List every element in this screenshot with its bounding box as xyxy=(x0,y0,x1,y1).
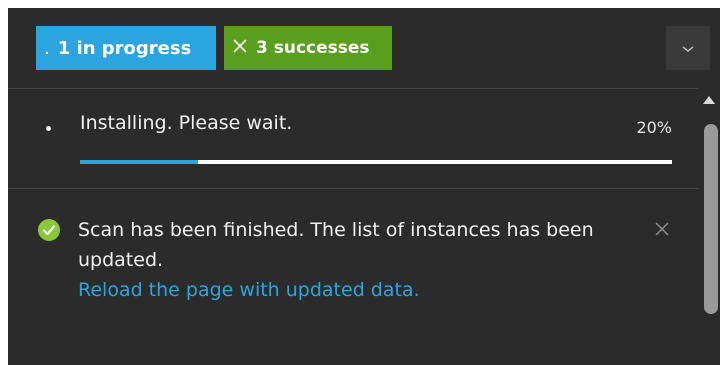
progress-dot-icon: . xyxy=(44,37,50,59)
successes-label: 3 successes xyxy=(256,38,370,58)
progress-fill xyxy=(80,160,199,164)
scroll-thumb[interactable] xyxy=(704,124,718,314)
collapse-button[interactable] xyxy=(666,26,710,70)
reload-link[interactable]: Reload the page with updated data. xyxy=(78,275,638,305)
progress-notification: Installing. Please wait. 20% xyxy=(8,88,698,188)
success-message-block: Scan has been finished. The list of inst… xyxy=(78,215,638,305)
progress-message: Installing. Please wait. xyxy=(80,112,293,134)
bullet-icon xyxy=(46,126,51,131)
scroll-up-arrow-icon[interactable] xyxy=(703,96,715,104)
successes-badge[interactable]: 3 successes xyxy=(224,26,392,70)
close-icon xyxy=(232,38,248,59)
in-progress-label: 1 in progress xyxy=(57,37,192,59)
progress-percent: 20% xyxy=(636,118,672,137)
success-message: Scan has been finished. The list of inst… xyxy=(78,219,594,271)
scrollbar[interactable] xyxy=(698,88,720,365)
notifications-panel: . 1 in progress 3 successes Installing. … xyxy=(8,8,720,365)
check-circle-icon xyxy=(38,219,60,241)
success-notification: Scan has been finished. The list of inst… xyxy=(8,189,698,365)
in-progress-badge[interactable]: . 1 in progress xyxy=(36,26,216,70)
notifications-header: . 1 in progress 3 successes xyxy=(8,8,720,88)
chevron-down-icon xyxy=(680,39,696,58)
progress-track xyxy=(80,160,672,164)
close-icon[interactable] xyxy=(650,217,674,241)
